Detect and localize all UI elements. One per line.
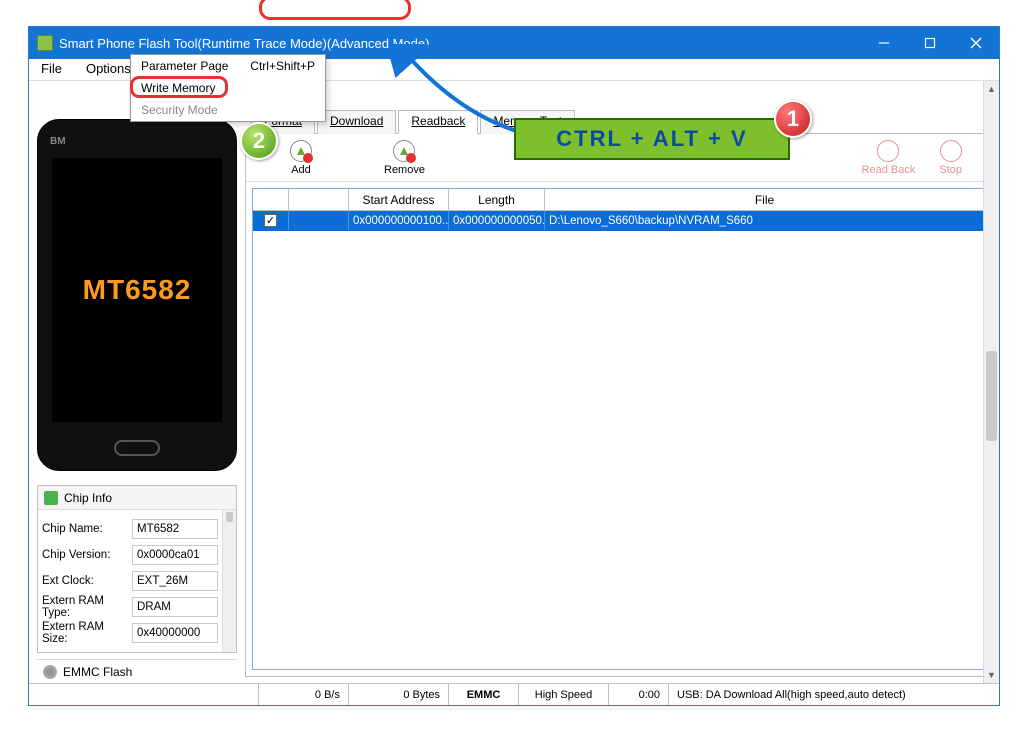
- stop-button: Stop: [939, 140, 962, 176]
- emmc-flash-panel[interactable]: EMMC Flash: [37, 659, 237, 683]
- app-icon: [37, 35, 53, 51]
- tab-readback[interactable]: Readback: [398, 110, 478, 134]
- add-icon: [290, 140, 312, 162]
- ext-clock-label: Ext Clock:: [42, 568, 132, 594]
- status-bytes: 0 Bytes: [349, 684, 449, 705]
- annotation-shortcut-box: CTRL + ALT + V: [514, 118, 790, 160]
- phone-brand-label: BM: [50, 136, 66, 147]
- col-file[interactable]: File: [545, 189, 985, 210]
- right-panel: Format Download Readback Memory Test Add: [245, 81, 999, 683]
- status-speed: 0 B/s: [259, 684, 349, 705]
- col-length[interactable]: Length: [449, 189, 545, 210]
- readback-table: Start Address Length File ✓ 0x0000000001…: [252, 188, 986, 670]
- menu-file[interactable]: File: [29, 59, 74, 80]
- window-title: Smart Phone Flash Tool(Runtime Trace Mod…: [59, 36, 861, 51]
- vertical-scrollbar[interactable]: ▲ ▼: [983, 81, 999, 683]
- chip-info-panel: Chip Info Chip Name: Chip Version: Ext C…: [37, 485, 237, 653]
- chip-icon: [44, 491, 58, 505]
- tab-download[interactable]: Download: [317, 110, 396, 134]
- cell-file: D:\Lenovo_S660\backup\NVRAM_S660: [545, 211, 985, 230]
- status-mode: High Speed: [519, 684, 609, 705]
- table-row[interactable]: ✓ 0x000000000100... 0x000000000050... D:…: [253, 211, 985, 231]
- emmc-title: EMMC Flash: [63, 665, 132, 679]
- add-button[interactable]: Add: [290, 140, 312, 176]
- annotation-badge-2: 2: [240, 122, 278, 160]
- remove-button[interactable]: Remove: [384, 140, 425, 176]
- remove-icon: [393, 140, 415, 162]
- extern-ram-type-label: Extern RAM Type:: [42, 594, 132, 620]
- phone-chip-label: MT6582: [83, 274, 192, 306]
- gear-icon: [43, 665, 57, 679]
- cell-start-address: 0x000000000100...: [349, 211, 449, 230]
- extern-ram-size-label: Extern RAM Size:: [42, 620, 132, 646]
- chip-version-value[interactable]: [132, 545, 218, 565]
- maximize-button[interactable]: [907, 27, 953, 59]
- chip-name-value[interactable]: [132, 519, 218, 539]
- menu-security-mode[interactable]: Security Mode: [131, 99, 325, 121]
- phone-home-icon: [114, 440, 160, 456]
- cell-length: 0x000000000050...: [449, 211, 545, 230]
- status-time: 0:00: [609, 684, 669, 705]
- row-checkbox[interactable]: ✓: [264, 214, 277, 227]
- readback-icon: [877, 140, 899, 162]
- extern-ram-size-value[interactable]: [132, 623, 218, 643]
- extern-ram-type-value[interactable]: [132, 597, 218, 617]
- window-menu-dropdown: Parameter Page Ctrl+Shift+P Write Memory…: [130, 54, 326, 122]
- col-start-address[interactable]: Start Address: [349, 189, 449, 210]
- annotation-badge-1: 1: [774, 100, 812, 138]
- close-button[interactable]: [953, 27, 999, 59]
- status-usb: USB: DA Download All(high speed,auto det…: [669, 684, 999, 705]
- chip-info-title: Chip Info: [64, 491, 112, 505]
- annotation-title-highlight: [259, 0, 411, 20]
- phone-preview: BM MT6582: [37, 119, 237, 471]
- stop-icon: [940, 140, 962, 162]
- ext-clock-value[interactable]: [132, 571, 218, 591]
- minimize-button[interactable]: [861, 27, 907, 59]
- menu-parameter-page[interactable]: Parameter Page Ctrl+Shift+P: [131, 55, 325, 77]
- read-back-button: Read Back: [862, 140, 916, 176]
- menu-write-memory[interactable]: Write Memory: [131, 77, 325, 99]
- chip-info-scrollbar[interactable]: [222, 510, 236, 652]
- chip-name-label: Chip Name:: [42, 516, 132, 542]
- chip-version-label: Chip Version:: [42, 542, 132, 568]
- left-panel: BM MT6582 Chip Info Chip Name: Chip Vers…: [29, 81, 245, 683]
- status-storage: EMMC: [449, 684, 519, 705]
- status-bar: 0 B/s 0 Bytes EMMC High Speed 0:00 USB: …: [29, 683, 999, 705]
